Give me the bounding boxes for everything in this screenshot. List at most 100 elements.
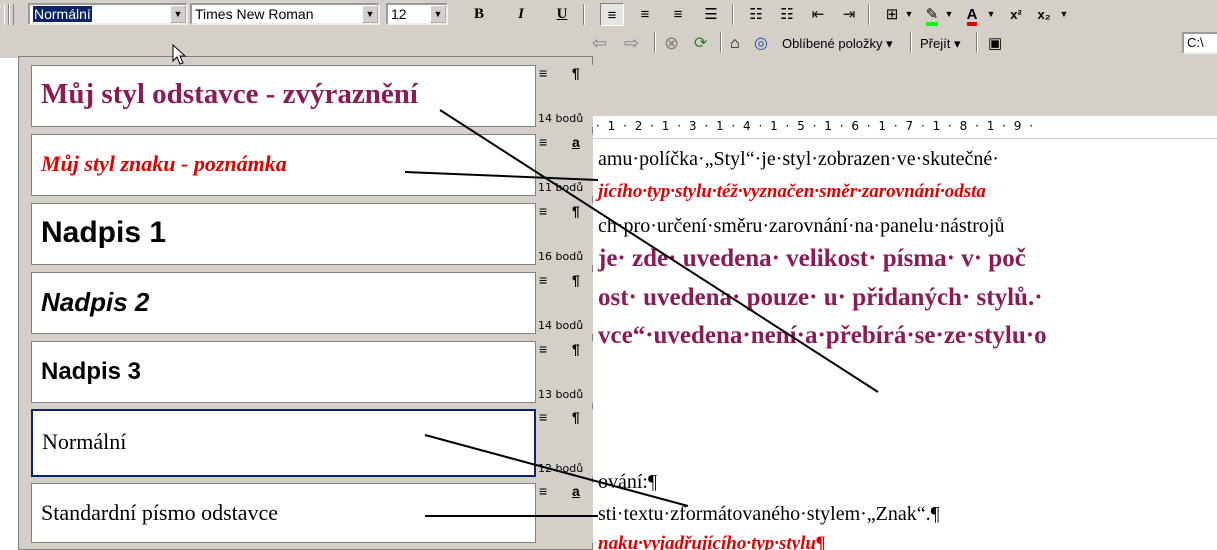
font-value: Times New Roman — [195, 6, 314, 22]
font-color-icon: A — [966, 7, 978, 26]
align-left-button[interactable]: ≡ — [600, 3, 624, 26]
style-item-custom-paragraph[interactable]: Můj styl odstavce - zvýraznění — [31, 65, 536, 127]
paragraph-style-icon: ¶ — [572, 203, 580, 219]
style-item-info: ≡ ¶ 12 bodů — [536, 409, 593, 477]
style-combobox[interactable]: Normální ▼ — [28, 3, 188, 25]
align-left-icon: ≡ — [539, 203, 548, 219]
address-field[interactable]: C:\ — [1182, 32, 1217, 54]
document-area[interactable]: amu·políčka·„Styl“·je·styl·zobrazen·ve·s… — [590, 139, 1217, 550]
style-item-label: Standardní písmo odstavce — [41, 500, 279, 525]
document-line: amu·políčka·„Styl“·je·styl·zobrazen·ve·s… — [598, 148, 999, 170]
home-button[interactable]: ⌂ — [730, 32, 740, 55]
font-size-value: 12 — [391, 6, 407, 22]
style-item-info: ≡ ¶ 14 bodů — [536, 272, 593, 334]
forward-arrow-icon: ⇨ — [624, 33, 640, 53]
toolbar-grip[interactable] — [9, 4, 14, 25]
align-center-icon: ≡ — [640, 6, 650, 23]
search-web-button[interactable]: ◎ — [754, 32, 768, 55]
align-right-button[interactable]: ≡ — [666, 3, 690, 26]
toolbar-options-dropdown[interactable]: ▼ — [1058, 3, 1070, 26]
toolbar-area — [590, 58, 1217, 118]
increase-indent-icon: ⇥ — [842, 6, 856, 23]
font-combobox[interactable]: Times New Roman ▼ — [190, 3, 380, 25]
style-item-label: Nadpis 1 — [41, 216, 167, 249]
back-arrow-icon: ⇦ — [592, 33, 608, 53]
stop-button[interactable]: ⊗ — [664, 32, 679, 55]
italic-button[interactable]: I — [509, 3, 533, 26]
align-left-icon: ≡ — [539, 65, 548, 81]
borders-dropdown[interactable]: ▼ — [903, 3, 915, 26]
border-icon: ⊞ — [885, 6, 899, 23]
style-item-label: Nadpis 3 — [41, 358, 142, 385]
window-icon: ▣ — [988, 35, 1003, 52]
refresh-button[interactable]: ⟳ — [694, 32, 707, 55]
highlight-dropdown[interactable]: ▼ — [943, 3, 955, 26]
paragraph-style-icon: ¶ — [572, 272, 580, 288]
align-right-icon: ≡ — [673, 6, 683, 23]
justify-icon: ☰ — [704, 6, 718, 23]
style-item-info: ≡ ¶ 13 bodů — [536, 341, 593, 403]
style-item-heading-2[interactable]: Nadpis 2 — [31, 272, 536, 334]
document-line: sti·textu·zformátovaného·stylem·„Znak“.¶ — [598, 503, 940, 525]
character-style-icon: a — [572, 134, 580, 150]
borders-button[interactable]: ⊞ — [880, 3, 904, 26]
paragraph-style-icon: ¶ — [572, 65, 580, 81]
font-color-dropdown[interactable]: ▼ — [985, 3, 997, 26]
document-line: jícího·typ·stylu·též·vyznačen·směr·zarov… — [598, 181, 986, 202]
search-icon: ◎ — [754, 35, 768, 52]
font-size-dropdown-arrow[interactable]: ▼ — [430, 5, 446, 23]
subscript-button[interactable]: x₂ — [1032, 3, 1056, 26]
style-dropdown-arrow[interactable]: ▼ — [170, 5, 186, 23]
underline-button[interactable]: U — [550, 3, 574, 26]
numbering-button[interactable]: ☷ — [744, 3, 768, 26]
decrease-indent-button[interactable]: ⇤ — [806, 3, 830, 26]
font-size-label: 13 bodů — [538, 388, 584, 401]
style-item-label: Normální — [42, 429, 127, 454]
back-button[interactable]: ⇦ — [592, 32, 607, 55]
style-dropdown-list[interactable]: Můj styl odstavce - zvýraznění ≡ ¶ 14 bo… — [18, 56, 593, 550]
bold-button[interactable]: B — [467, 3, 491, 26]
forward-button[interactable]: ⇨ — [624, 32, 639, 55]
style-item-label: Můj styl odstavce - zvýraznění — [41, 78, 418, 110]
style-item-heading-1[interactable]: Nadpis 1 — [31, 203, 536, 265]
align-left-icon: ≡ — [607, 7, 617, 24]
character-style-icon: a — [572, 483, 580, 499]
toolbar-separator — [910, 32, 912, 53]
document-line: ost· uvedena· pouze· u· přidaných· stylů… — [598, 284, 1043, 311]
increase-indent-button[interactable]: ⇥ — [837, 3, 861, 26]
toolbar-separator — [868, 4, 870, 25]
align-center-button[interactable]: ≡ — [633, 3, 657, 26]
justify-button[interactable]: ☰ — [699, 3, 723, 26]
align-left-icon: ≡ — [539, 272, 548, 288]
style-value: Normální — [33, 6, 92, 22]
highlighter-icon: ✎ — [925, 7, 939, 26]
stop-icon: ⊗ — [664, 33, 680, 53]
font-size-combobox[interactable]: 12 ▼ — [386, 3, 448, 25]
superscript-button[interactable]: x² — [1004, 3, 1028, 26]
paragraph-style-icon: ¶ — [572, 409, 580, 425]
font-dropdown-arrow[interactable]: ▼ — [362, 5, 378, 23]
align-left-icon: ≡ — [539, 134, 548, 150]
toolbar-separator — [583, 4, 585, 25]
align-left-icon: ≡ — [539, 483, 548, 499]
style-item-info: ≡ a 11 bodů — [536, 134, 593, 196]
font-size-label: 11 bodů — [538, 181, 584, 194]
font-size-label: 16 bodů — [538, 250, 584, 263]
highlight-button[interactable]: ✎ — [920, 3, 944, 26]
style-item-default-paragraph-font[interactable]: Standardní písmo odstavce — [31, 483, 536, 543]
goto-menu[interactable]: Přejít ▾ — [920, 32, 960, 55]
style-item-heading-3[interactable]: Nadpis 3 — [31, 341, 536, 403]
ruler-marks: · 1 · 2 · 1 · 3 · 1 · 4 · 1 · 5 · 1 · 6 … — [596, 119, 1036, 133]
show-web-toolbar-button[interactable]: ▣ — [988, 32, 1002, 55]
style-item-normal[interactable]: Normální — [31, 409, 536, 477]
bullets-button[interactable]: ☷ — [775, 3, 799, 26]
home-icon: ⌂ — [730, 35, 740, 52]
document-line: naku·vyjadřujícího·typ·stylu¶ — [598, 533, 826, 550]
style-item-custom-character[interactable]: Můj styl znaku - poznámka — [31, 134, 536, 196]
horizontal-ruler[interactable]: · 1 · 2 · 1 · 3 · 1 · 4 · 1 · 5 · 1 · 6 … — [590, 116, 1217, 139]
web-toolbar: ⇦ ⇨ ⊗ ⟳ ⌂ ◎ Oblíbené položky ▾ Přejít ▾ … — [590, 29, 1217, 58]
numbered-list-icon: ☷ — [749, 6, 763, 23]
style-item-info: ≡ ¶ 16 bodů — [536, 203, 593, 265]
favorites-menu[interactable]: Oblíbené položky ▾ — [782, 32, 893, 55]
font-color-button[interactable]: A — [960, 3, 984, 26]
